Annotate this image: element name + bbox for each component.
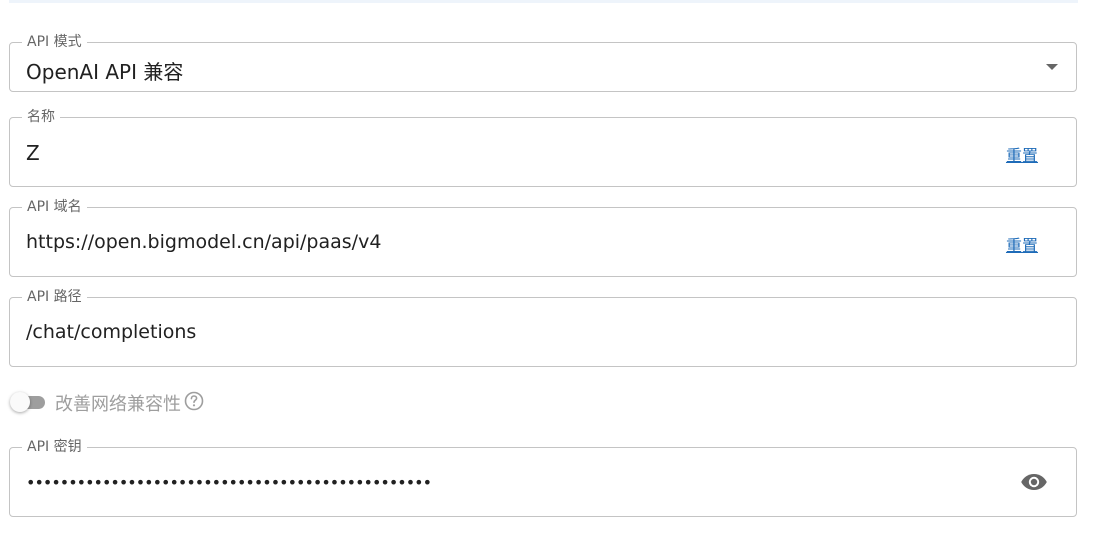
api-key-input[interactable]: ••••••••••••••••••••••••••••••••••••••••… — [26, 473, 432, 492]
api-path-field[interactable]: API 路径 /chat/completions — [9, 289, 1077, 367]
top-divider — [9, 0, 1078, 3]
name-field[interactable]: 名称 Z 重置 — [9, 109, 1077, 187]
api-key-label: API 密钥 — [22, 439, 87, 455]
api-key-field[interactable]: API 密钥 •••••••••••••••••••••••••••••••••… — [9, 439, 1077, 517]
help-circle-icon[interactable] — [184, 391, 204, 411]
api-domain-input[interactable]: https://open.bigmodel.cn/api/paas/v4 — [26, 231, 381, 253]
api-domain-label: API 域名 — [22, 199, 87, 215]
chevron-down-icon[interactable] — [1046, 64, 1058, 70]
name-reset-button[interactable]: 重置 — [1006, 142, 1038, 166]
network-compat-label: 改善网络兼容性 — [55, 394, 181, 415]
toggle-thumb[interactable] — [10, 392, 30, 412]
api-domain-field[interactable]: API 域名 https://open.bigmodel.cn/api/paas… — [9, 199, 1077, 277]
eye-icon[interactable] — [1020, 472, 1048, 492]
api-mode-label: API 模式 — [22, 34, 87, 50]
api-domain-reset-button[interactable]: 重置 — [1006, 232, 1038, 256]
api-mode-select[interactable]: API 模式 OpenAI API 兼容 — [9, 34, 1077, 92]
name-input[interactable]: Z — [26, 141, 40, 165]
api-path-label: API 路径 — [22, 289, 87, 305]
api-path-input[interactable]: /chat/completions — [26, 321, 196, 343]
api-mode-value: OpenAI API 兼容 — [26, 60, 184, 84]
name-label: 名称 — [22, 109, 60, 125]
